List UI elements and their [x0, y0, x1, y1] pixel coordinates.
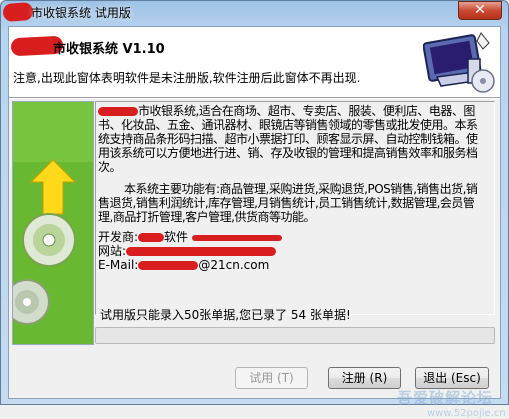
unregistered-notice: 注意,出现此窗体表明软件是未注册版,软件注册后此窗体不再出现.	[13, 71, 361, 85]
exit-button[interactable]: 退出 (Esc)	[415, 367, 489, 389]
trial-status-text: 试用版只能录入50张单据,您已录了 54 张单据!	[100, 308, 351, 322]
close-button[interactable]: ✕	[458, 1, 502, 20]
redaction-stroke	[192, 234, 283, 241]
email-line: E-Mail: @21cn.com	[98, 258, 488, 272]
redacted-brand	[98, 107, 138, 116]
description-intro: 市收银系统,适合在商场、超市、专卖店、服装、便利店、电器、图书、化妆品、五金、通…	[98, 104, 488, 174]
developer-suffix: 软件	[164, 230, 189, 244]
trial-progress-bar	[95, 327, 495, 344]
website-line: 网站:	[98, 244, 488, 258]
email-label: E-Mail:	[98, 258, 139, 272]
description-paragraph-1: 市收银系统,适合在商场、超市、专卖店、服装、便利店、电器、图书、化妆品、五金、通…	[98, 104, 478, 174]
redacted-title-prefix	[2, 1, 34, 23]
product-title: 市收银系统 V1.10	[53, 42, 165, 57]
email-suffix: @21cn.com	[198, 258, 270, 272]
registration-window: 市收银系统 试用版 ✕ 市收银系统 V1.10 注意,出现此窗体表明软件是未注册…	[0, 0, 509, 419]
redacted-developer	[138, 233, 165, 242]
description-panel[interactable]: 市收银系统,适合在商场、超市、专卖店、服装、便利店、电器、图书、化妆品、五金、通…	[95, 101, 495, 315]
developer-line: 开发商: 软件	[98, 230, 488, 244]
header-band: 市收银系统 V1.10 注意,出现此窗体表明软件是未注册版,软件注册后此窗体不再…	[9, 27, 500, 97]
register-button[interactable]: 注册 (R)	[328, 367, 401, 389]
contact-block: 开发商: 软件 网站: E-Mail: @21cn.com	[98, 230, 488, 272]
redacted-email	[138, 261, 199, 270]
side-artwork	[4, 101, 94, 345]
developer-label: 开发商:	[98, 230, 139, 244]
trial-button[interactable]: 试用 (T)	[235, 367, 308, 389]
description-paragraph-2: 本系统主要功能有:商品管理,采购进货,采购退货,POS销售,销售出货,销售退货,…	[98, 182, 478, 224]
cd-arrow-artwork	[4, 102, 93, 344]
website-label: 网站:	[98, 244, 127, 258]
watermark-url: www.52pojie.cn	[427, 408, 506, 419]
computer-icon	[423, 32, 495, 93]
dialog-client-area: 市收银系统 V1.10 注意,出现此窗体表明软件是未注册版,软件注册后此窗体不再…	[4, 26, 506, 419]
header-separator	[9, 97, 500, 99]
redacted-website	[126, 247, 277, 256]
title-bar[interactable]: 市收银系统 试用版 ✕	[1, 1, 508, 25]
window-title: 市收银系统 试用版	[31, 6, 131, 20]
